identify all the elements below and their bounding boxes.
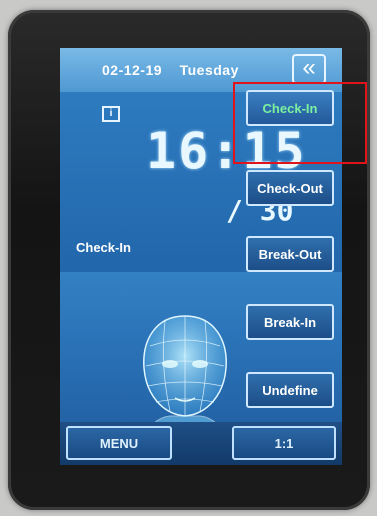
break-in-button[interactable]: Break-In (246, 304, 334, 340)
clock-hours: 16: (146, 122, 243, 180)
back-icon[interactable]: « (292, 54, 326, 84)
break-out-button[interactable]: Break-Out (246, 236, 334, 272)
menu-button[interactable]: MENU (66, 426, 172, 460)
date-display: 02-12-19 Tuesday (102, 62, 239, 78)
info-icon[interactable]: i (102, 106, 120, 122)
check-out-button[interactable]: Check-Out (246, 170, 334, 206)
status-label: Check-In (76, 240, 131, 255)
highlight-box (233, 82, 367, 164)
bottom-bar: MENU 1:1 (60, 422, 342, 465)
date-value: 02-12-19 (102, 62, 163, 78)
undefine-button[interactable]: Undefine (246, 372, 334, 408)
ratio-button[interactable]: 1:1 (232, 426, 336, 460)
day-value: Tuesday (179, 62, 239, 78)
